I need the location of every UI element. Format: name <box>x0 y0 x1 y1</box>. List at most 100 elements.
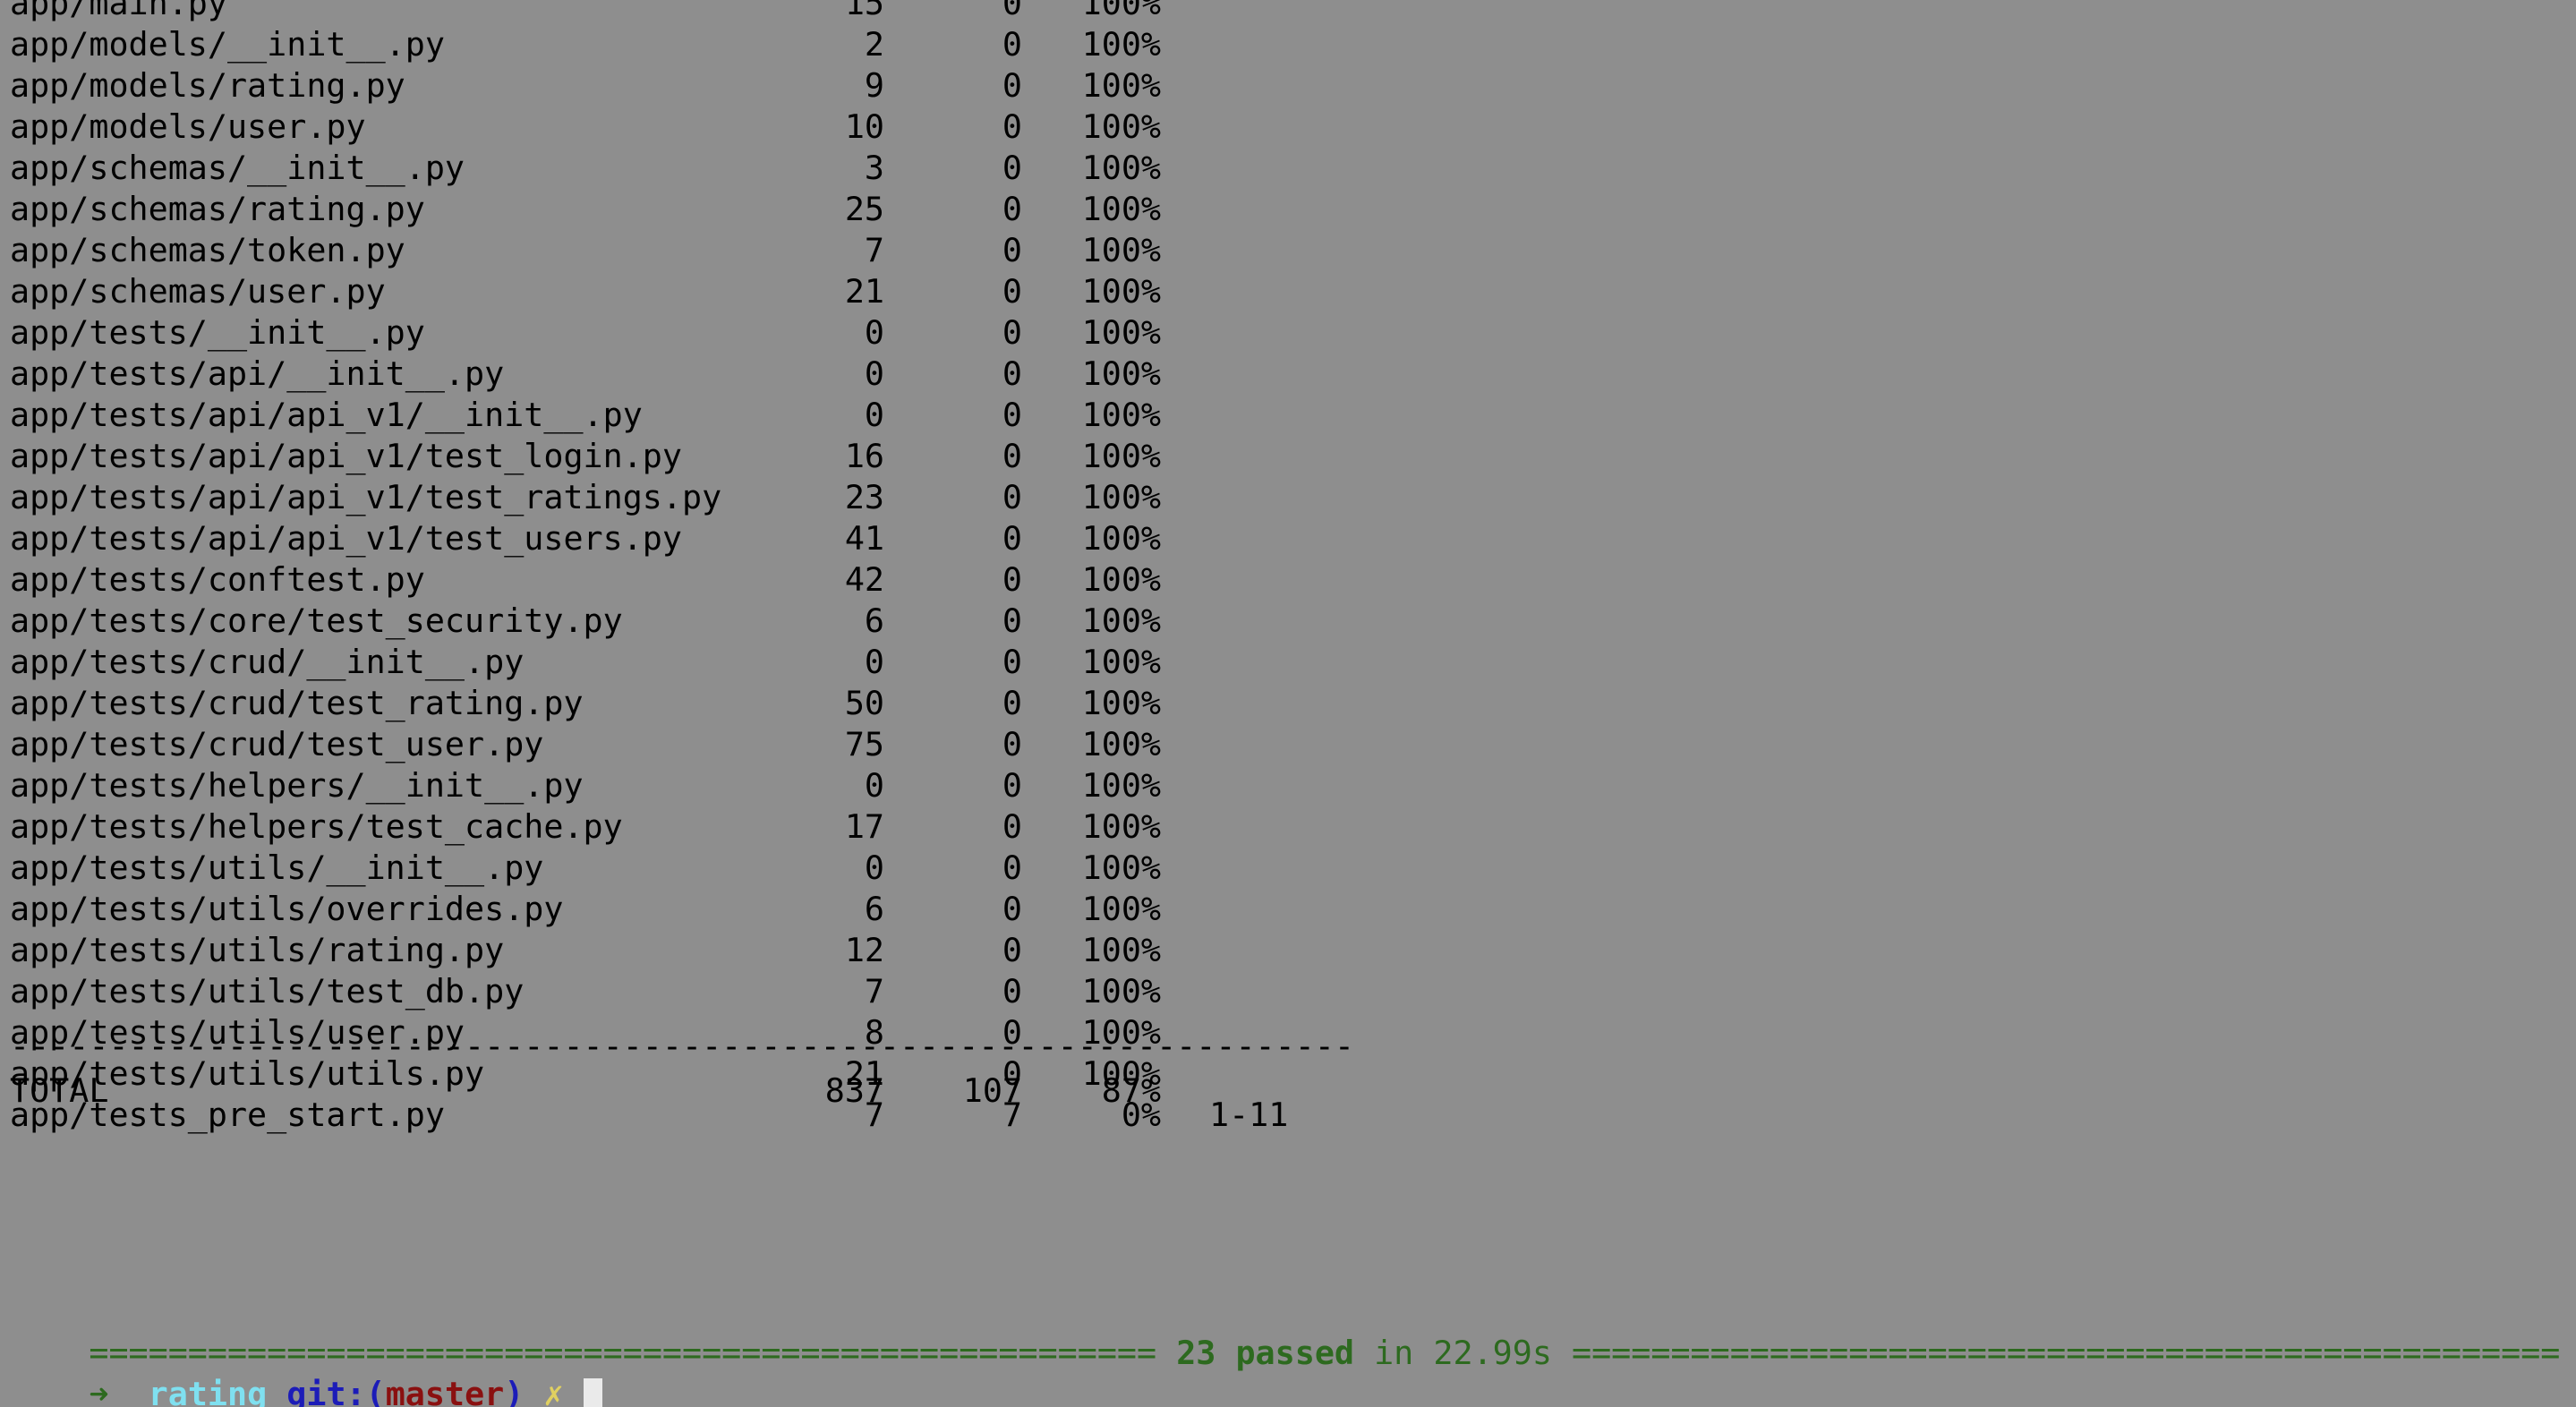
file-name: app/main.py <box>10 0 227 22</box>
coverage-total-row: TOTAL 837 107 87% <box>10 1070 1161 1112</box>
file-name: app/tests/__init__.py <box>10 313 425 352</box>
cover-value: 100% <box>1081 848 1161 887</box>
miss-value: 0 <box>1002 560 1022 599</box>
file-name: app/models/__init__.py <box>10 25 445 64</box>
cover-value: 100% <box>1081 972 1161 1010</box>
miss-value: 0 <box>1002 766 1022 805</box>
coverage-separator: ----------------------------------------… <box>10 1026 1354 1067</box>
stmts-value: 0 <box>864 354 884 393</box>
summary-in-label: in <box>1374 1334 1414 1372</box>
total-label: TOTAL <box>10 1071 109 1110</box>
file-name: app/schemas/token.py <box>10 231 405 269</box>
cover-value: 100% <box>1081 231 1161 269</box>
miss-value: 0 <box>1002 478 1022 516</box>
file-name: app/tests/core/test_security.py <box>10 601 623 640</box>
stmts-value: 0 <box>864 396 884 434</box>
file-name: app/tests/conftest.py <box>10 560 425 599</box>
total-stmts: 837 <box>824 1071 884 1110</box>
stmts-value: 17 <box>844 807 884 846</box>
stmts-value: 23 <box>844 478 884 516</box>
prompt-git-label: git:( <box>286 1375 386 1407</box>
stmts-value: 25 <box>844 190 884 228</box>
stmts-value: 0 <box>864 848 884 887</box>
cover-value: 100% <box>1081 272 1161 311</box>
cover-value: 100% <box>1081 766 1161 805</box>
file-name: app/tests/api/api_v1/test_ratings.py <box>10 478 722 516</box>
stmts-value: 6 <box>864 890 884 928</box>
prompt-directory: rating <box>148 1375 268 1407</box>
file-name: app/models/rating.py <box>10 66 405 105</box>
miss-value: 0 <box>1002 272 1022 311</box>
stmts-value: 0 <box>864 766 884 805</box>
cover-value: 100% <box>1081 0 1161 22</box>
file-name: app/tests/helpers/__init__.py <box>10 766 584 805</box>
file-name: app/schemas/user.py <box>10 272 386 311</box>
cover-value: 100% <box>1081 519 1161 558</box>
missing-lines: 1-11 <box>1209 1096 1289 1134</box>
cover-value: 100% <box>1081 354 1161 393</box>
miss-value: 0 <box>1002 437 1022 475</box>
cover-value: 100% <box>1081 890 1161 928</box>
stmts-value: 12 <box>844 931 884 969</box>
stmts-value: 7 <box>864 231 884 269</box>
file-name: app/tests/helpers/test_cache.py <box>10 807 623 846</box>
miss-value: 0 <box>1002 725 1022 763</box>
cover-value: 100% <box>1081 560 1161 599</box>
terminal-window[interactable]: app/main.py 15 0 100% app/models/__init__.py… <box>0 0 2576 1407</box>
stmts-value: 15 <box>844 0 884 22</box>
stmts-value: 3 <box>864 149 884 187</box>
stmts-value: 2 <box>864 25 884 64</box>
total-miss: 107 <box>962 1071 1022 1110</box>
file-name: app/tests/api/__init__.py <box>10 354 505 393</box>
file-name: app/tests/utils/test_db.py <box>10 972 525 1010</box>
summary-right-rule: ========================================… <box>1572 1334 2561 1372</box>
cover-value: 100% <box>1081 149 1161 187</box>
miss-value: 0 <box>1002 931 1022 969</box>
separator-text: ----------------------------------------… <box>10 1027 1354 1065</box>
miss-value: 0 <box>1002 66 1022 105</box>
file-name: app/tests/utils/rating.py <box>10 931 505 969</box>
test-summary-line: ========================================… <box>10 1292 2560 1372</box>
cover-value: 100% <box>1081 684 1161 722</box>
prompt-dirty-icon: ✗ <box>543 1375 564 1407</box>
summary-passed: 23 passed <box>1176 1334 1354 1372</box>
cover-value: 100% <box>1081 25 1161 64</box>
stmts-value: 21 <box>844 272 884 311</box>
miss-value: 0 <box>1002 107 1022 146</box>
file-name: app/tests/api/api_v1/test_login.py <box>10 437 682 475</box>
cover-value: 100% <box>1081 190 1161 228</box>
shell-prompt[interactable]: ➜ rating git:(master) ✗ <box>10 1333 602 1407</box>
prompt-git-close: ) <box>504 1375 525 1407</box>
file-name: app/tests/utils/overrides.py <box>10 890 564 928</box>
miss-value: 0 <box>1002 684 1022 722</box>
file-name: app/tests/crud/__init__.py <box>10 643 525 681</box>
miss-value: 0 <box>1002 354 1022 393</box>
cover-value: 100% <box>1081 478 1161 516</box>
file-name: app/schemas/__init__.py <box>10 149 465 187</box>
file-name: app/tests/crud/test_rating.py <box>10 684 584 722</box>
miss-value: 0 <box>1002 231 1022 269</box>
miss-value: 0 <box>1002 149 1022 187</box>
text-cursor[interactable] <box>583 1377 602 1407</box>
miss-value: 0 <box>1002 190 1022 228</box>
stmts-value: 16 <box>844 437 884 475</box>
stmts-value: 10 <box>844 107 884 146</box>
cover-value: 100% <box>1081 107 1161 146</box>
file-name: app/tests/utils/__init__.py <box>10 848 544 887</box>
cover-value: 100% <box>1081 725 1161 763</box>
miss-value: 0 <box>1002 643 1022 681</box>
cover-value: 100% <box>1081 66 1161 105</box>
total-cover: 87% <box>1101 1071 1161 1110</box>
miss-value: 0 <box>1002 972 1022 1010</box>
cover-value: 100% <box>1081 437 1161 475</box>
miss-value: 0 <box>1002 807 1022 846</box>
cover-value: 100% <box>1081 313 1161 352</box>
stmts-value: 7 <box>864 972 884 1010</box>
prompt-branch: master <box>385 1375 505 1407</box>
cover-value: 100% <box>1081 931 1161 969</box>
summary-duration: 22.99s <box>1433 1334 1552 1372</box>
cover-value: 100% <box>1081 643 1161 681</box>
stmts-value: 75 <box>844 725 884 763</box>
cover-value: 100% <box>1081 396 1161 434</box>
file-name: app/tests/api/api_v1/test_users.py <box>10 519 682 558</box>
